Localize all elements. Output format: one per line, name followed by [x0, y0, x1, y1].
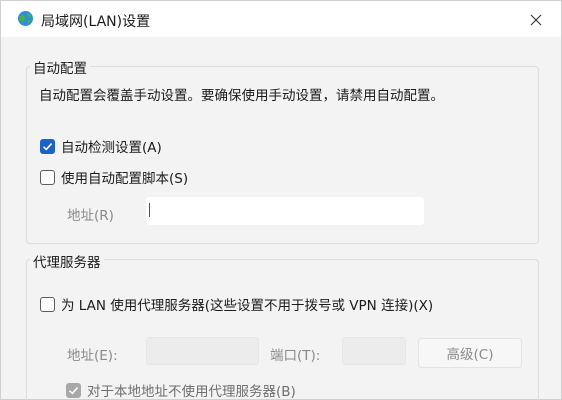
proxy-server-legend: 代理服务器 [30, 251, 104, 271]
window-title: 局域网(LAN)设置 [41, 14, 151, 30]
bypass-local-label: 对于本地地址不使用代理服务器(B) [87, 384, 296, 400]
use-proxy-label: 为 LAN 使用代理服务器(这些设置不用于拨号或 VPN 连接)(X) [61, 298, 434, 314]
proxy-port-input[interactable] [342, 337, 406, 365]
checkmark-icon [68, 386, 79, 395]
use-script-label: 使用自动配置脚本(S) [61, 171, 189, 187]
proxy-server-group [26, 259, 539, 400]
proxy-address-input[interactable] [146, 337, 259, 365]
use-script-checkbox-row[interactable]: 使用自动配置脚本(S) [40, 167, 188, 187]
globe-network-icon [17, 10, 34, 27]
auto-detect-label: 自动检测设置(A) [61, 140, 162, 156]
text-caret [149, 203, 150, 217]
use-proxy-checkbox[interactable] [40, 296, 55, 312]
auto-detect-checkbox[interactable] [40, 138, 55, 154]
title-bar: 局域网(LAN)设置 [1, 1, 561, 37]
auto-config-description: 自动配置会覆盖手动设置。要确保使用手动设置，请禁用自动配置。 [39, 88, 444, 104]
auto-detect-checkbox-row[interactable]: 自动检测设置(A) [40, 136, 162, 156]
checkmark-icon [42, 142, 53, 151]
lan-settings-dialog: 局域网(LAN)设置 自动配置 自动配置会覆盖手动设置。要确保使用手动设置，请禁… [0, 0, 562, 400]
script-address-input[interactable] [146, 197, 424, 225]
close-icon [530, 14, 542, 26]
proxy-port-label: 端口(T): [270, 348, 321, 364]
bypass-local-checkbox[interactable] [66, 382, 81, 398]
use-proxy-checkbox-row[interactable]: 为 LAN 使用代理服务器(这些设置不用于拨号或 VPN 连接)(X) [40, 294, 433, 314]
advanced-button[interactable]: 高级(C) [418, 338, 522, 368]
use-script-checkbox[interactable] [40, 169, 55, 185]
bypass-local-checkbox-row[interactable]: 对于本地地址不使用代理服务器(B) [66, 380, 296, 400]
proxy-address-label: 地址(E): [67, 348, 118, 364]
auto-config-legend: 自动配置 [30, 57, 90, 77]
close-button[interactable] [523, 7, 549, 33]
script-address-label: 地址(R) [67, 208, 114, 224]
